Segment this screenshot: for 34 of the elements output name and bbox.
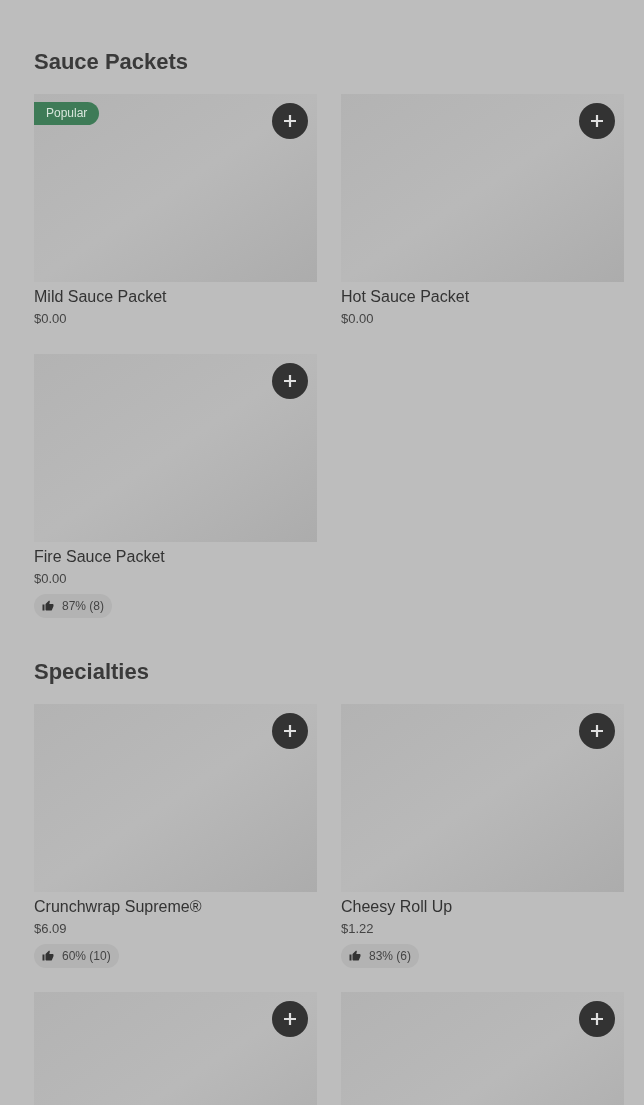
section-heading: Specialties: [34, 658, 150, 686]
add-button[interactable]: [272, 363, 308, 399]
add-button[interactable]: [579, 713, 615, 749]
item-name[interactable]: Hot Sauce Packet: [341, 286, 624, 308]
thumbs-up-icon: [42, 950, 54, 962]
thumbs-up-icon: [349, 950, 361, 962]
add-button[interactable]: [272, 713, 308, 749]
rating-text: 83% (6): [369, 948, 412, 965]
add-button[interactable]: [272, 103, 308, 139]
item-name[interactable]: Mild Sauce Packet: [34, 286, 317, 308]
item-price: $6.09: [34, 920, 68, 938]
item-price: $1.22: [341, 920, 375, 938]
rating-text: 87% (8): [62, 598, 105, 615]
plus-icon: [283, 374, 297, 388]
plus-icon: [283, 1012, 297, 1026]
item-name[interactable]: Fire Sauce Packet: [34, 546, 317, 568]
add-button[interactable]: [272, 1001, 308, 1037]
add-button[interactable]: [579, 1001, 615, 1037]
plus-icon: [590, 724, 604, 738]
plus-icon: [590, 114, 604, 128]
rating-text: 60% (10): [62, 948, 111, 965]
section-heading: Sauce Packets: [34, 48, 190, 76]
plus-icon: [283, 724, 297, 738]
plus-icon: [283, 114, 297, 128]
item-name[interactable]: Crunchwrap Supreme®: [34, 896, 317, 918]
add-button[interactable]: [579, 103, 615, 139]
item-price: $0.00: [34, 570, 68, 588]
item-price: $0.00: [341, 310, 375, 328]
image-placeholder[interactable]: Popular: [34, 94, 317, 282]
item-name[interactable]: Cheesy Roll Up: [341, 896, 624, 918]
plus-icon: [590, 1012, 604, 1026]
item-price: $0.00: [34, 310, 68, 328]
popular-badge: Popular: [34, 102, 100, 125]
thumbs-up-icon: [42, 600, 54, 612]
